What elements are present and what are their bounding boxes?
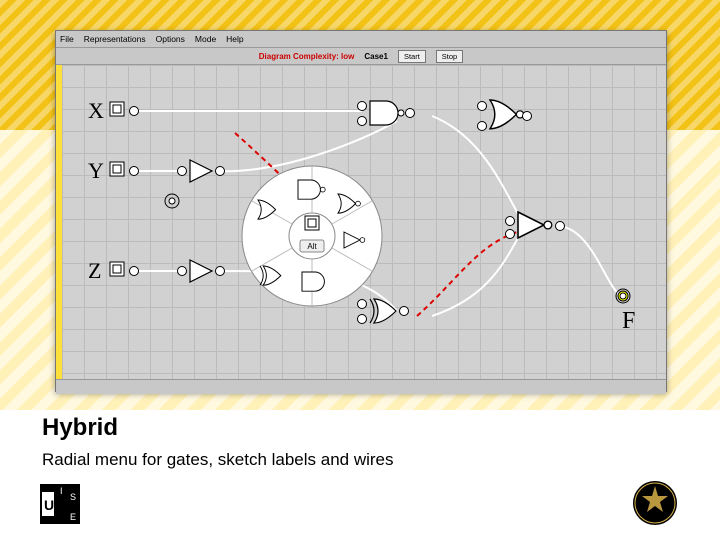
input-x-label: X	[88, 98, 104, 123]
port-y-out[interactable]	[130, 167, 139, 176]
ucf-logo	[632, 480, 678, 526]
nand-gate-top[interactable]	[370, 101, 404, 125]
svg-text:S: S	[70, 492, 76, 502]
status-bar	[56, 379, 666, 394]
isue-logo: U I S E	[40, 484, 80, 524]
menu-representations[interactable]: Representations	[84, 34, 146, 44]
case-label: Case1	[364, 52, 388, 61]
start-button[interactable]: Start	[398, 50, 426, 63]
menu-file[interactable]: File	[60, 34, 74, 44]
tool-bar: Diagram Complexity: low Case1 Start Stop	[56, 48, 666, 65]
menu-bar: File Representations Options Mode Help	[56, 31, 666, 48]
radial-alt-label: Alt	[307, 242, 317, 251]
canvas-area[interactable]: X Y Z F	[56, 65, 666, 379]
app-window: File Representations Options Mode Help D…	[55, 30, 667, 392]
menu-options[interactable]: Options	[156, 34, 185, 44]
port-x-out[interactable]	[130, 107, 139, 116]
toggle-z[interactable]	[110, 262, 124, 276]
input-z-label: Z	[88, 258, 101, 283]
radial-and-icon[interactable]	[302, 272, 324, 291]
nor-gate-right[interactable]	[490, 100, 524, 129]
tap-y[interactable]	[165, 194, 179, 208]
xor-gate-bottom[interactable]	[370, 299, 396, 323]
buffer-z[interactable]	[190, 260, 212, 282]
complexity-label: Diagram Complexity: low	[259, 52, 355, 61]
radial-center-box[interactable]	[305, 216, 319, 230]
menu-mode[interactable]: Mode	[195, 34, 216, 44]
slide-subtitle: Radial menu for gates, sketch labels and…	[42, 450, 394, 470]
not-gate-mid[interactable]	[518, 212, 552, 238]
diagram-svg: X Y Z F	[62, 65, 666, 379]
toggle-y[interactable]	[110, 162, 124, 176]
toggle-x[interactable]	[110, 102, 124, 116]
svg-text:U: U	[44, 497, 54, 513]
svg-text:I: I	[60, 486, 63, 496]
slide-root: File Representations Options Mode Help D…	[0, 0, 720, 540]
stop-button[interactable]: Stop	[436, 50, 463, 63]
buffer-y[interactable]	[190, 160, 212, 182]
input-y-label: Y	[88, 158, 104, 183]
port-z-out[interactable]	[130, 267, 139, 276]
svg-text:E: E	[70, 512, 76, 522]
output-label: F	[622, 308, 635, 334]
menu-help[interactable]: Help	[226, 34, 243, 44]
slide-title: Hybrid	[42, 414, 118, 442]
radial-menu[interactable]: Alt	[242, 166, 382, 306]
